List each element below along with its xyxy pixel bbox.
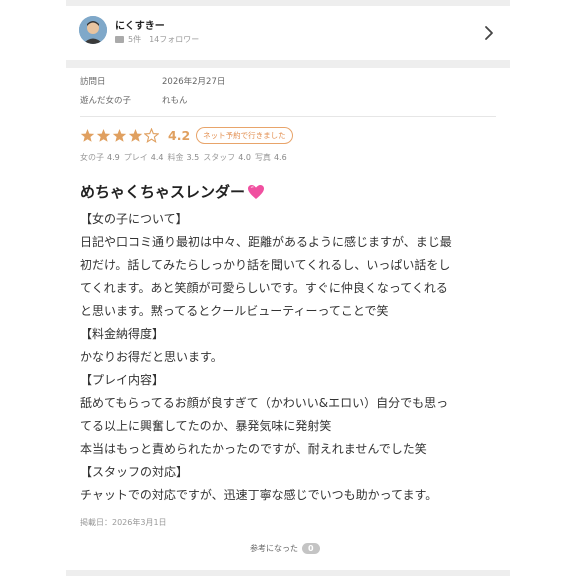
helpful-count: 0 <box>302 543 320 554</box>
sub-rating-item: スタッフ 4.0 <box>203 152 251 163</box>
sub-rating-value: 4.9 <box>107 153 120 162</box>
sub-rating-label: 女の子 <box>80 153 104 162</box>
reviewer-meta: 5件 14フォロワー <box>115 34 199 45</box>
sub-rating-item: 料金 3.5 <box>167 152 199 163</box>
sub-ratings: 女の子 4.9 プレイ 4.4 料金 3.5 スタッフ 4.0 写真 4.6 <box>80 152 287 163</box>
sub-rating-value: 4.4 <box>150 153 164 162</box>
star-filled-icon <box>112 128 127 142</box>
star-empty-icon <box>144 127 159 143</box>
sub-rating-label: スタッフ <box>203 153 236 162</box>
review-line: と思います。黙ってるとクールビューティーってことで笑 <box>80 304 389 318</box>
rating-score: 4.2 <box>168 127 191 143</box>
review-line: 初だけ。話してみたらしっかり話を聞いてくれるし、いっぱい話をし <box>80 258 451 272</box>
net-reservation-badge: ネット予約で行きました <box>196 126 293 144</box>
chevron-right-icon[interactable] <box>482 24 496 42</box>
review-body: 【女の子について】日記や口コミ通り最初は中々、距離があるように感じますが、まじ最… <box>80 208 500 507</box>
section-divider-strip <box>66 60 510 68</box>
girl-value[interactable]: れもん <box>162 94 188 106</box>
avatar[interactable] <box>79 16 107 44</box>
sub-rating-value: 4.0 <box>238 153 251 162</box>
review-count: 5件 <box>128 35 142 44</box>
sub-rating-label: 料金 <box>167 153 184 162</box>
review-line: 【女の子について】 <box>80 212 188 226</box>
posted-date: 掲載日：2026年3月1日 <box>80 518 167 527</box>
star-filled-icon <box>80 128 95 142</box>
sub-rating-label: プレイ <box>123 153 148 162</box>
girl-label: 遊んだ女の子 <box>80 96 132 106</box>
helpful-button[interactable]: 参考になった 0 <box>250 543 320 554</box>
rating-row: 4.2 ネット予約で行きました <box>80 126 293 144</box>
review-count-icon <box>115 36 124 43</box>
review-line: てくれます。あと笑顔が可愛らしいです。すぐに仲良くなってくれる <box>80 281 448 295</box>
helpful-label[interactable]: 参考になった <box>250 543 298 554</box>
review-line: 【スタッフの対応】 <box>80 465 189 479</box>
review-title: めちゃくちゃスレンダー <box>80 181 265 202</box>
follower-count: 14フォロワー <box>149 35 200 44</box>
visit-date-value: 2026年2月27日 <box>162 77 226 87</box>
sub-rating-item: プレイ 4.4 <box>124 152 164 163</box>
sub-rating-item: 女の子 4.9 <box>80 152 120 163</box>
visit-date-label: 訪問日 <box>80 77 106 87</box>
heart-icon <box>248 184 265 199</box>
star-filled-icon <box>128 128 143 142</box>
bottom-divider-strip <box>66 570 510 576</box>
review-line: 【プレイ内容】 <box>80 373 165 387</box>
star-filled-icon <box>96 128 111 142</box>
review-line: 【料金納得度】 <box>80 327 165 341</box>
sub-rating-label: 写真 <box>254 153 271 162</box>
reviewer-card[interactable]: にくすきー 5件 14フォロワー <box>66 6 510 60</box>
review-line: かなりお得だと思います。 <box>80 350 223 364</box>
star-rating <box>80 127 159 143</box>
review-line: チャットでの対応ですが、迅速丁寧な感じでいつも助かってます。 <box>80 488 438 502</box>
sub-rating-value: 3.5 <box>186 153 200 162</box>
divider <box>80 116 496 117</box>
review-line: 日記や口コミ通り最初は中々、距離があるように感じますが、まじ最 <box>80 235 452 249</box>
review-line: 本当はもっと責められたかったのですが、耐えれませんでした笑 <box>80 442 427 456</box>
review-title-text: めちゃくちゃスレンダー <box>80 183 246 201</box>
sub-rating-item: 写真 4.6 <box>255 152 287 163</box>
sub-rating-value: 4.6 <box>273 153 287 162</box>
review-line: 舐めてもらってるお顔が良すぎて（かわいい&エロい）自分でも思っ <box>80 396 449 410</box>
reviewer-name[interactable]: にくすきー <box>115 17 165 32</box>
review-line: てる以上に興奮してたのか、暴発気味に発射笑 <box>80 419 332 433</box>
